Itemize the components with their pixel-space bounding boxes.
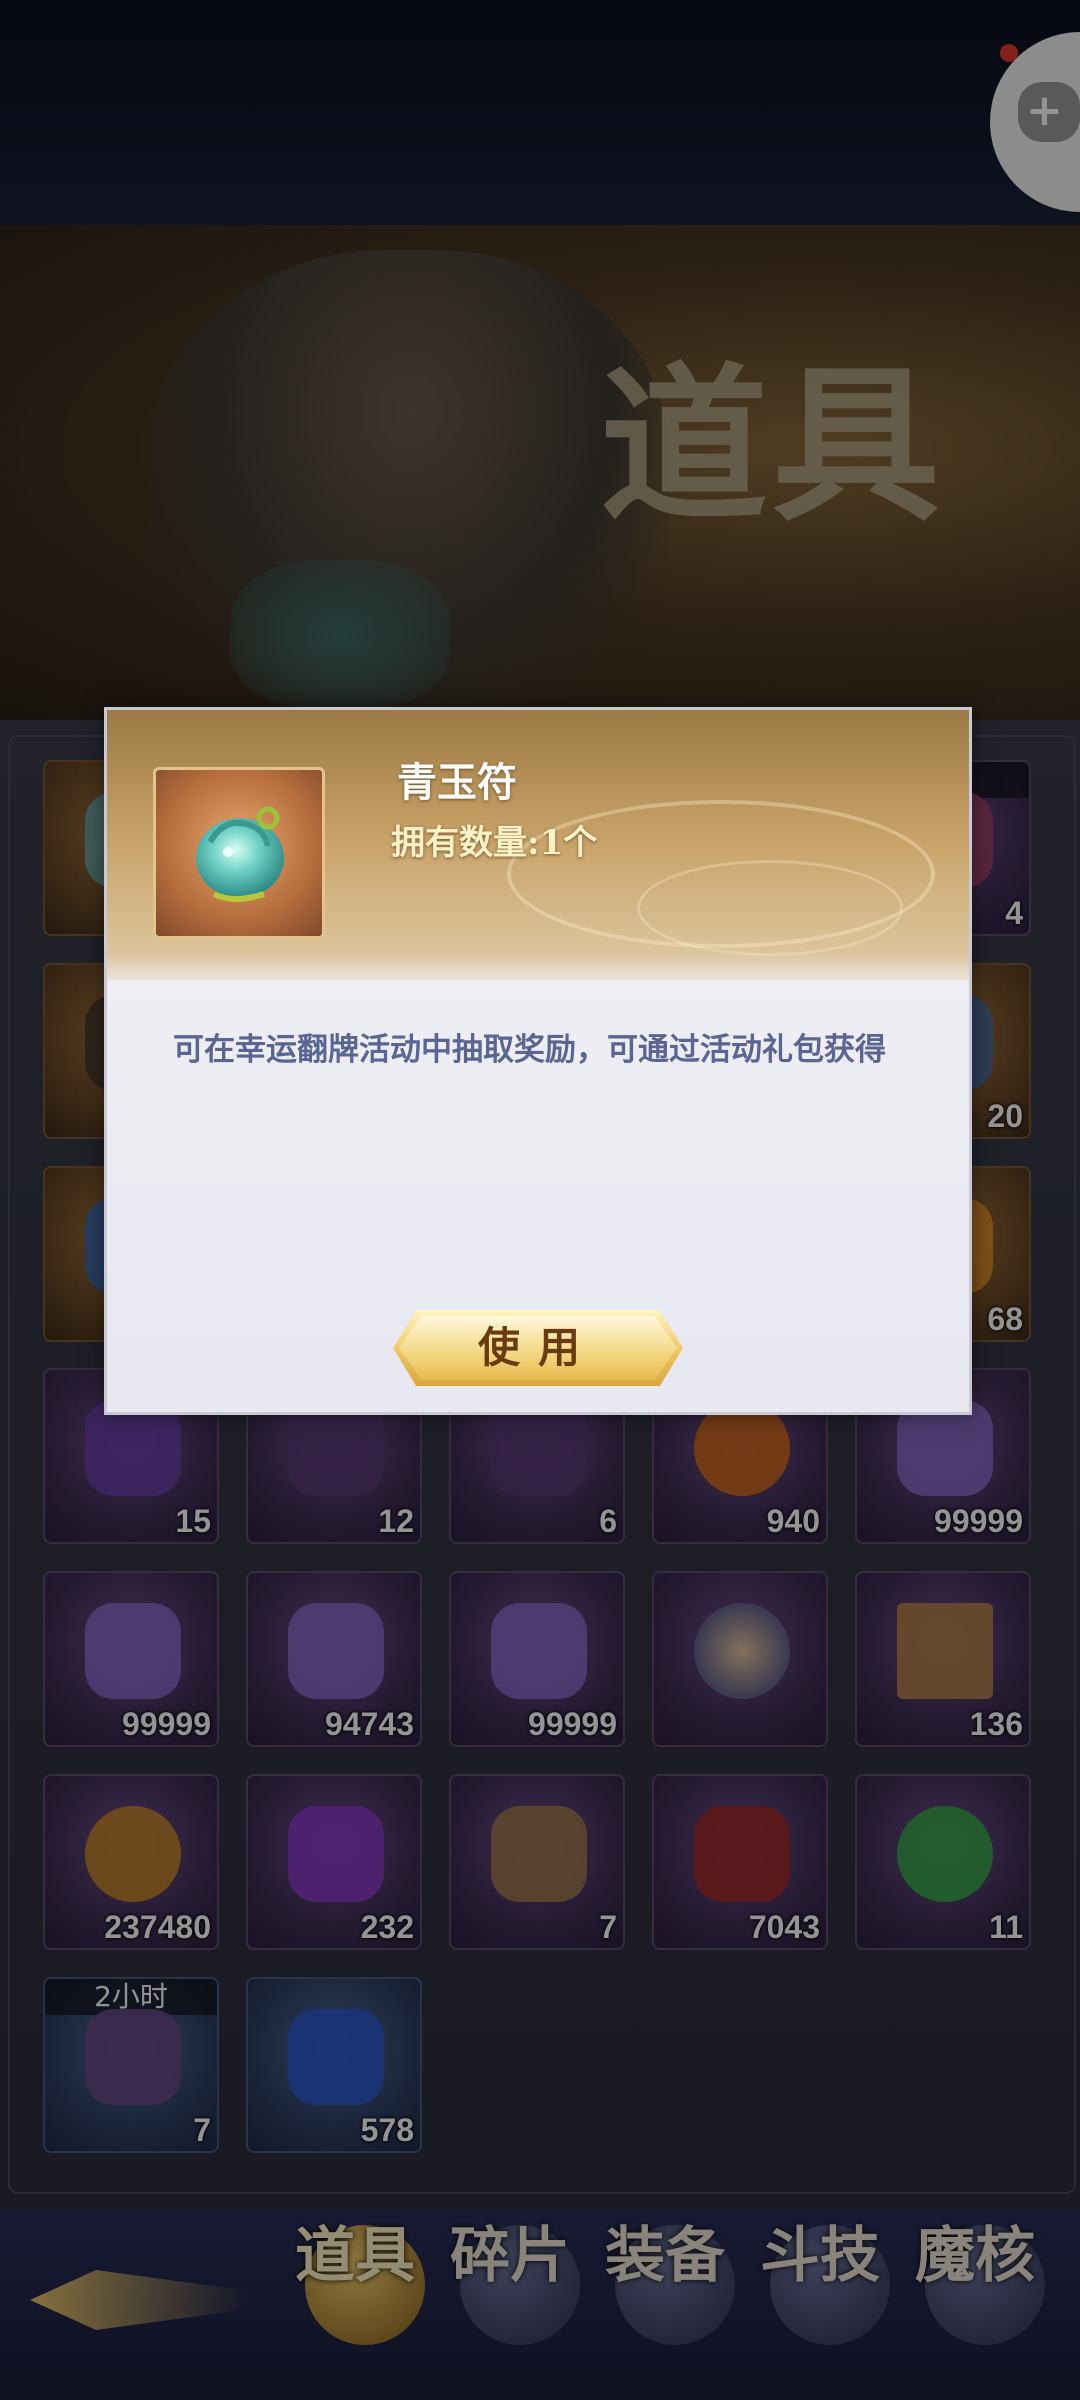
item-name: 青玉符 [397,759,517,806]
owned-quantity: 拥有数量:1个 [391,823,598,863]
use-button-label: 使用 [477,1323,598,1372]
cloud-pattern [637,860,903,956]
item-icon-frame [153,767,325,939]
use-button[interactable]: 使用 [393,1310,683,1386]
item-description: 可在幸运翻牌活动中抽取奖励，可通过活动礼包获得 [173,1032,886,1068]
jade-dragon-icon [196,806,284,902]
item-detail-dialog: 青玉符 拥有数量:1个 可在幸运翻牌活动中抽取奖励，可通过活动礼包获得 使用 [104,707,972,1415]
